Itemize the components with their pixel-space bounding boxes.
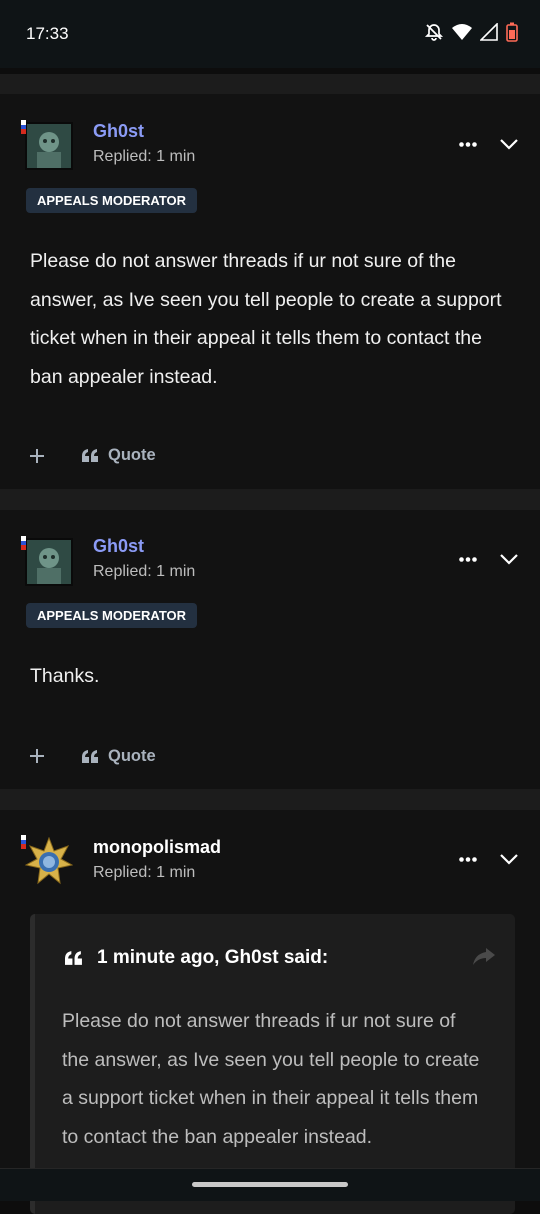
react-button[interactable] [26, 745, 48, 767]
divider [0, 74, 540, 94]
home-gesture-handle[interactable] [192, 1182, 348, 1187]
more-options-button[interactable] [455, 549, 481, 569]
avatar[interactable] [21, 835, 74, 885]
quote-attribution: 1 minute ago, Gh0st said: [97, 947, 329, 968]
username[interactable]: Gh0st [93, 121, 144, 142]
react-button[interactable] [26, 445, 48, 467]
post-content: Please do not answer threads if ur not s… [30, 250, 502, 388]
role-badge: APPEALS MODERATOR [26, 188, 198, 213]
plus-icon [30, 449, 44, 463]
navigation-bar [0, 1168, 540, 1201]
more-icon [459, 556, 477, 562]
go-to-quoted-button[interactable] [473, 948, 495, 971]
more-icon [459, 141, 477, 147]
bell-off-icon [424, 22, 444, 42]
quote-icon [65, 951, 82, 965]
collapse-button[interactable] [497, 134, 521, 154]
reply-time: Replied: 1 min [93, 563, 196, 580]
quote-button[interactable]: Quote [82, 446, 156, 465]
divider [0, 489, 540, 510]
collapse-button[interactable] [497, 849, 521, 869]
more-options-button[interactable] [455, 849, 481, 869]
more-options-button[interactable] [455, 134, 481, 154]
quote-icon [82, 750, 98, 763]
wifi-icon [452, 23, 472, 41]
signal-icon [480, 23, 498, 41]
share-arrow-icon [473, 948, 495, 965]
post: Gh0st Replied: 1 min APPEALS MODERATOR T… [0, 510, 540, 789]
chevron-down-icon [500, 553, 518, 565]
avatar[interactable] [21, 536, 73, 586]
avatar[interactable] [21, 120, 73, 170]
reply-time: Replied: 1 min [93, 864, 196, 881]
role-badge: APPEALS MODERATOR [26, 603, 198, 628]
chevron-down-icon [500, 853, 518, 865]
quote-text: Please do not answer threads if ur not s… [62, 1010, 480, 1148]
plus-icon [30, 749, 44, 763]
username[interactable]: monopolismad [93, 837, 221, 858]
quote-header: 1 minute ago, Gh0st said: [65, 947, 328, 969]
more-icon [459, 856, 477, 862]
quote-label: Quote [108, 446, 156, 464]
reply-time: Replied: 1 min [93, 148, 196, 165]
quote-button[interactable]: Quote [82, 747, 156, 766]
post: Gh0st Replied: 1 min APPEALS MODERATOR P… [0, 94, 540, 489]
status-time: 17:33 [26, 24, 69, 43]
post-content: Thanks. [30, 665, 100, 687]
status-icons [424, 22, 518, 42]
username[interactable]: Gh0st [93, 536, 144, 557]
quote-icon [82, 449, 98, 462]
quote-label: Quote [108, 747, 156, 765]
battery-low-icon [506, 22, 518, 42]
divider [0, 789, 540, 810]
status-bar: 17:33 [0, 0, 540, 68]
chevron-down-icon [500, 138, 518, 150]
collapse-button[interactable] [497, 549, 521, 569]
